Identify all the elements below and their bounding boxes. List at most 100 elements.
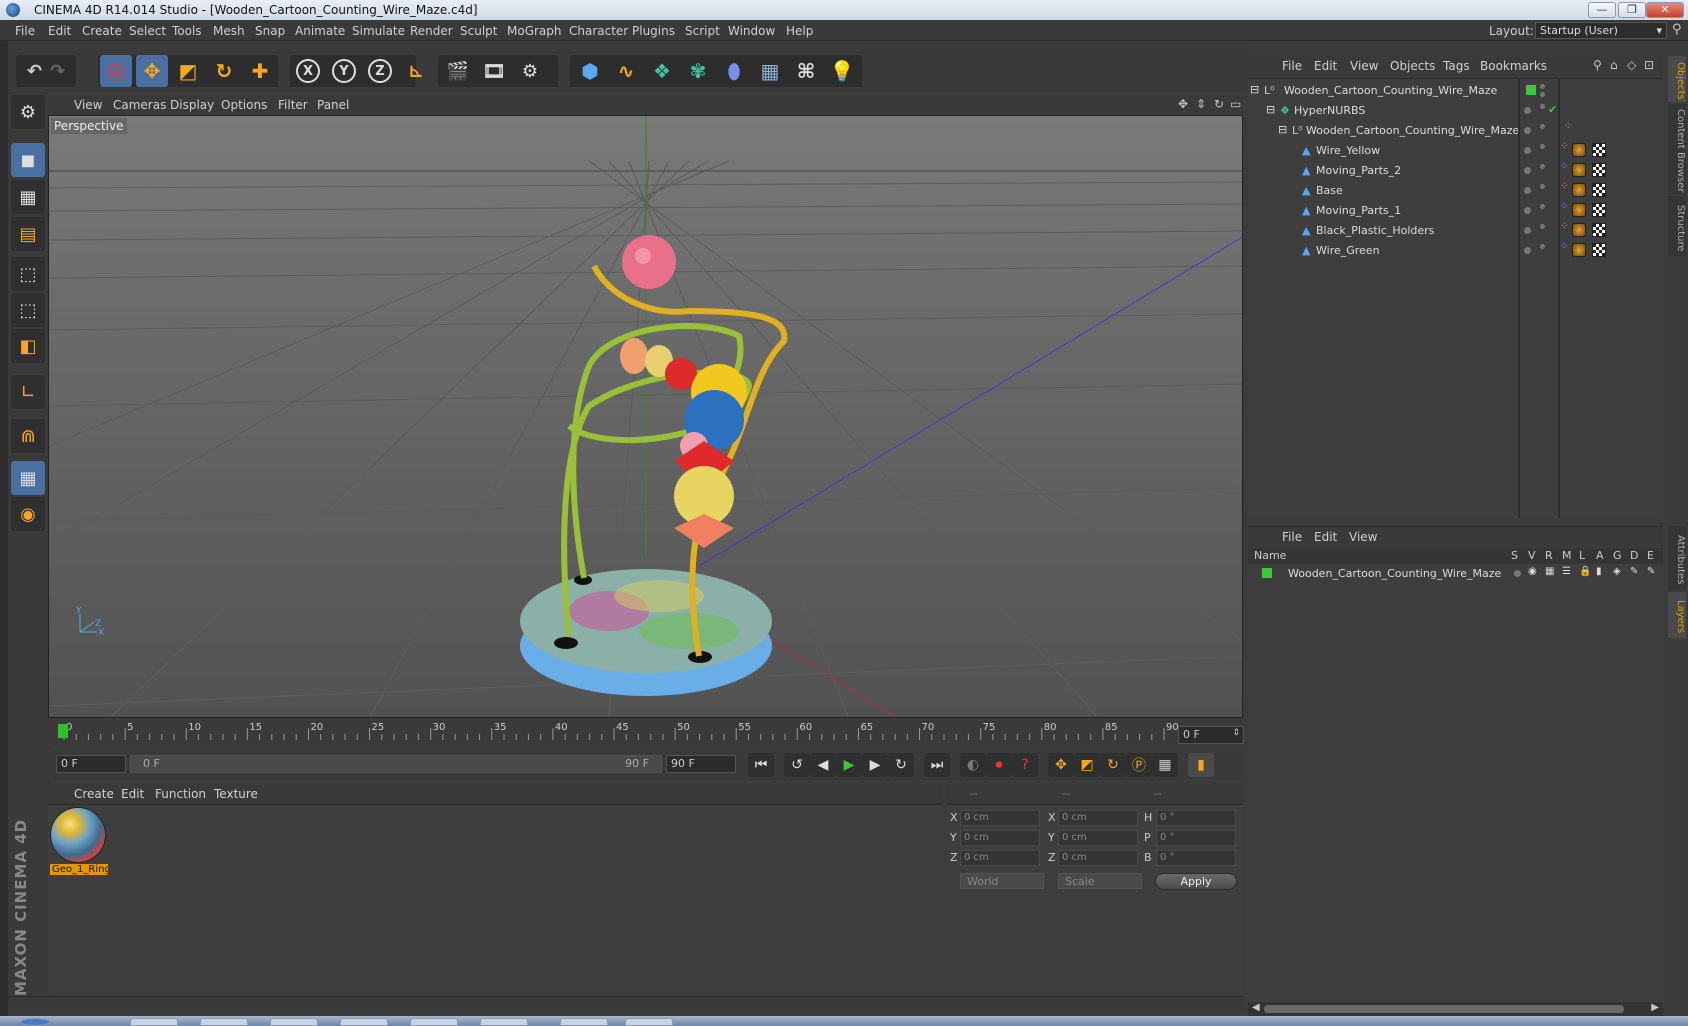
taskbar-item[interactable] <box>560 1018 608 1026</box>
uvw-tag-icon[interactable] <box>1592 163 1606 177</box>
menu-file[interactable]: File <box>15 24 35 38</box>
menu-edit[interactable]: Edit <box>48 24 71 38</box>
deformer-icon[interactable]: ⬮ <box>718 55 750 87</box>
generator-icon[interactable]: ◈ <box>1613 566 1621 577</box>
redo-icon[interactable]: ↷ <box>50 61 65 82</box>
layer-row[interactable]: Wooden_Cartoon_Counting_Wire_Maze ◉ ▦ ☰ … <box>1248 564 1663 584</box>
3d-viewport[interactable]: Y Z X Perspective <box>48 115 1243 718</box>
collapse-toggle-icon[interactable]: ⊟ <box>1278 123 1287 136</box>
object-menu-file[interactable]: File <box>1282 59 1302 73</box>
animation-icon[interactable]: ▮ <box>1596 566 1602 577</box>
column-view[interactable]: V <box>1528 549 1536 562</box>
uvw-tag-icon[interactable] <box>1592 143 1606 157</box>
horizontal-scrollbar[interactable]: ◀ ▶ <box>1248 1002 1663 1016</box>
material-menu-edit[interactable]: Edit <box>121 787 144 801</box>
axis-mode-icon[interactable]: ∟ <box>11 375 45 409</box>
start-frame-field[interactable]: 0 F <box>56 755 126 773</box>
search-icon[interactable]: ⚲ <box>1672 22 1682 37</box>
menu-snap[interactable]: Snap <box>255 24 285 38</box>
previous-keyframe-icon[interactable]: ↺ <box>784 753 810 777</box>
viewport-menu-panel[interactable]: Panel <box>317 98 349 112</box>
material-tag-icon[interactable] <box>1572 223 1586 237</box>
visibility-dot[interactable] <box>1524 187 1531 194</box>
visibility-dot[interactable] <box>1524 127 1531 134</box>
taskbar-item[interactable] <box>340 1018 388 1026</box>
column-name[interactable]: Name <box>1254 549 1286 562</box>
visibility-editor-dot[interactable] <box>1540 244 1545 249</box>
object-menu-objects[interactable]: Objects <box>1390 59 1435 73</box>
layer-solo-toggle[interactable] <box>1514 570 1521 577</box>
y-axis-lock-icon[interactable]: Y <box>328 55 360 87</box>
material-tag-icon[interactable] <box>1572 203 1586 217</box>
expression-icon[interactable]: ✎ <box>1647 566 1655 577</box>
phong-tag-icon[interactable]: ⁘ <box>1560 141 1568 152</box>
workplane-lock-icon[interactable]: ▦ <box>11 461 45 495</box>
tab-attributes[interactable]: Attributes <box>1668 526 1686 590</box>
maximize-button[interactable]: ❐ <box>1618 2 1646 18</box>
render-view-icon[interactable]: 🎬 <box>442 55 474 87</box>
scroll-left-icon[interactable]: ◀ <box>1252 1002 1260 1013</box>
scroll-right-icon[interactable]: ▶ <box>1651 1002 1659 1013</box>
soft-selection-icon[interactable]: ◉ <box>11 497 45 531</box>
key-pla-icon[interactable]: ▦ <box>1152 753 1178 777</box>
current-frame-field[interactable]: 0 F ⇕ <box>1178 726 1244 744</box>
object-row[interactable]: ▲ Moving_Parts_1 ⁘ <box>1248 201 1663 221</box>
key-scale-icon[interactable]: ◩ <box>1074 753 1100 777</box>
material-menu-create[interactable]: Create <box>74 787 114 801</box>
object-row[interactable]: ⊟ ❖ HyperNURBS ✔ <box>1248 101 1663 121</box>
menu-plugins[interactable]: Plugins <box>632 24 675 38</box>
new-window-icon[interactable]: ⊡ <box>1644 58 1654 72</box>
collapse-icon[interactable]: ◇ <box>1627 58 1636 72</box>
collapse-toggle-icon[interactable]: ⊟ <box>1250 83 1259 96</box>
viewport-menu-view[interactable]: View <box>74 98 102 112</box>
column-manager[interactable]: M <box>1562 549 1572 562</box>
uvw-tag-icon[interactable] <box>1592 203 1606 217</box>
key-parameter-icon[interactable]: Ⓟ <box>1126 753 1152 777</box>
visibility-editor-dot[interactable] <box>1540 204 1545 209</box>
enabled-check-icon[interactable]: ✔ <box>1548 103 1557 116</box>
visibility-editor-dot[interactable] <box>1540 124 1545 129</box>
visibility-dot[interactable] <box>1524 147 1531 154</box>
taskbar-item[interactable] <box>625 1018 673 1026</box>
scrollbar-thumb[interactable] <box>1264 1005 1624 1013</box>
visibility-dot[interactable] <box>1524 167 1531 174</box>
close-button[interactable]: ✕ <box>1646 2 1684 18</box>
object-menu-tags[interactable]: Tags <box>1443 59 1470 73</box>
column-divider[interactable] <box>1518 78 1520 518</box>
viewport-move-icon[interactable]: ✥ <box>1178 97 1188 111</box>
home-icon[interactable]: ⌂ <box>1610 58 1618 72</box>
coordinate-space-select[interactable]: World <box>960 873 1044 889</box>
visibility-editor-dot[interactable] <box>1540 184 1545 189</box>
material-menu-texture[interactable]: Texture <box>214 787 258 801</box>
taskbar-item[interactable] <box>130 1018 178 1026</box>
menu-mesh[interactable]: Mesh <box>213 24 245 38</box>
material-tag-icon[interactable] <box>1572 183 1586 197</box>
viewport-maximize-icon[interactable]: ▭ <box>1230 97 1241 111</box>
render-icon[interactable]: ▦ <box>1545 566 1554 577</box>
layer-menu-edit[interactable]: Edit <box>1314 530 1337 544</box>
rot-h-field[interactable]: 0 ° <box>1156 810 1236 826</box>
object-row[interactable]: ▲ Wire_Green ⁘ <box>1248 241 1663 261</box>
material-menu-function[interactable]: Function <box>155 787 206 801</box>
uvw-tag-icon[interactable] <box>1592 223 1606 237</box>
menu-sculpt[interactable]: Sculpt <box>460 24 497 38</box>
visibility-dot[interactable] <box>1524 207 1531 214</box>
manager-icon[interactable]: ☰ <box>1562 566 1571 577</box>
tab-objects[interactable]: Objects <box>1668 56 1686 102</box>
column-divider[interactable] <box>1558 78 1560 518</box>
rot-b-field[interactable]: 0 ° <box>1156 850 1236 866</box>
pos-x-field[interactable]: 0 cm <box>960 810 1040 826</box>
apply-button[interactable]: Apply <box>1155 873 1237 890</box>
eye-icon[interactable]: ◉ <box>1528 566 1537 577</box>
recent-tools-icon[interactable]: ✚ <box>244 55 276 87</box>
tab-layers[interactable]: Layers <box>1668 592 1686 638</box>
menu-simulate[interactable]: Simulate <box>352 24 405 38</box>
end-frame-field[interactable]: 90 F <box>666 755 736 773</box>
polygons-mode-icon[interactable]: ◧ <box>11 329 45 363</box>
tab-content-browser[interactable]: Content Browser <box>1668 104 1686 194</box>
pos-z-field[interactable]: 0 cm <box>960 850 1040 866</box>
viewport-menu-options[interactable]: Options <box>221 98 267 112</box>
go-to-end-icon[interactable]: ⏭ <box>924 753 950 777</box>
workplane-mode-icon[interactable]: ▤ <box>11 217 45 251</box>
uvw-tag-icon[interactable] <box>1592 183 1606 197</box>
